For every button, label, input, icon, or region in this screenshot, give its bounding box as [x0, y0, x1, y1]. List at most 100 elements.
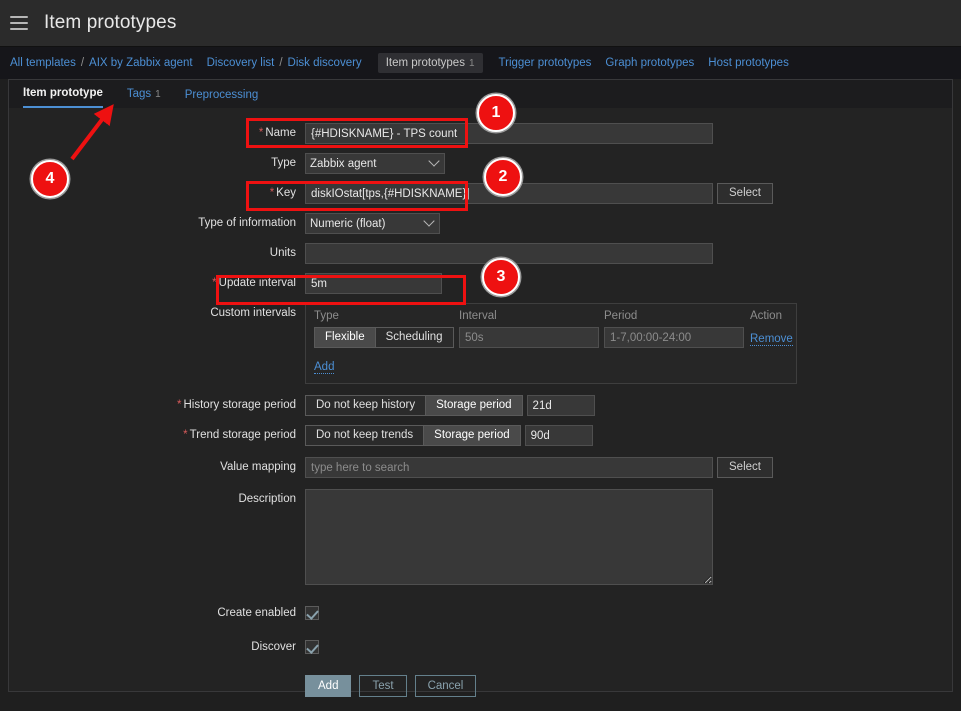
annotation-marker-2: 2: [484, 158, 522, 196]
required-marker: *: [183, 429, 188, 441]
tab-tags[interactable]: Tags 1: [127, 87, 161, 108]
tab-item-prototype-label: Item prototype: [23, 87, 103, 99]
breadcrumb-host-prototypes[interactable]: Host prototypes: [708, 57, 789, 69]
breadcrumb-all-templates[interactable]: All templates: [10, 57, 76, 69]
breadcrumb-separator: /: [279, 57, 283, 69]
discover-checkbox[interactable]: [305, 640, 319, 654]
tab-tags-count: 1: [155, 89, 161, 100]
value-mapping-select-button[interactable]: Select: [717, 457, 773, 478]
tab-preprocessing[interactable]: Preprocessing: [185, 88, 259, 108]
required-marker: *: [212, 277, 217, 289]
custom-intervals-header: Type Interval Period Action: [314, 310, 788, 322]
custom-interval-period-cell: [604, 327, 750, 348]
footer-buttons: Add Test Cancel: [305, 675, 477, 697]
item-prototype-panel: Item prototype Tags 1 Preprocessing * Name…: [8, 79, 953, 697]
type-of-information-select[interactable]: Numeric (float): [305, 213, 440, 234]
field-row-key: *Key Select: [9, 183, 952, 204]
history-do-not-keep-history[interactable]: Do not keep history: [305, 395, 427, 416]
key-label-text: Key: [276, 187, 296, 199]
item-prototype-form: *Name Type Zabbix agent *Key Select: [9, 108, 952, 697]
breadcrumb-disk-discovery[interactable]: Disk discovery: [288, 57, 362, 69]
history-storage-period-segmented: Do not keep history Storage period: [305, 395, 523, 416]
name-label: * Name: [9, 123, 305, 144]
breadcrumb: All templates / AIX by Zabbix agent Disc…: [0, 47, 961, 79]
discover-label: Discover: [251, 641, 296, 653]
trend-storage-period-option[interactable]: Storage period: [424, 425, 521, 446]
key-select-button[interactable]: Select: [717, 183, 773, 204]
required-marker: *: [269, 187, 275, 199]
breadcrumb-aix-by-zabbix-agent[interactable]: AIX by Zabbix agent: [89, 57, 193, 69]
units-label: Units: [269, 247, 296, 259]
breadcrumb-item-prototypes-count: 1: [468, 58, 475, 69]
required-marker: *: [177, 399, 182, 411]
value-mapping-input[interactable]: [305, 457, 713, 478]
breadcrumb-item-prototypes[interactable]: Item prototypes 1: [377, 53, 483, 73]
breadcrumb-trigger-prototypes[interactable]: Trigger prototypes: [499, 57, 592, 69]
field-row-trend-storage-period: * Trend storage period Do not keep trends…: [9, 425, 952, 446]
breadcrumb-separator: /: [80, 57, 85, 69]
update-interval-label: * Update interval: [9, 273, 305, 294]
custom-intervals-col-period: Period: [604, 310, 638, 322]
field-row-custom-intervals: Custom intervals Type Interval Period Ac…: [9, 303, 952, 384]
page-title: Item prototypes: [44, 12, 177, 33]
field-row-type: Type Zabbix agent: [9, 153, 952, 174]
history-storage-period-option[interactable]: Storage period: [426, 395, 523, 416]
cancel-button[interactable]: Cancel: [414, 675, 477, 697]
hamburger-icon[interactable]: [10, 16, 28, 30]
tab-preprocessing-label: Preprocessing: [184, 89, 259, 101]
update-interval-label-text: Update interval: [218, 277, 296, 289]
annotation-marker-1: 1: [477, 94, 515, 132]
trend-do-not-keep-trends[interactable]: Do not keep trends: [305, 425, 425, 446]
custom-intervals-row: Flexible Scheduling Remove: [314, 327, 793, 348]
type-select[interactable]: Zabbix agent: [305, 153, 445, 174]
field-row-units: Units: [9, 243, 952, 264]
interval-type-segmented: Flexible Scheduling: [314, 327, 454, 348]
app-screen: Item prototypes All templates / AIX by Z…: [0, 0, 961, 711]
custom-intervals-col-action: Action: [750, 310, 782, 322]
type-select-wrapper: Zabbix agent: [305, 153, 445, 174]
custom-interval-action-cell: Remove: [750, 329, 806, 347]
trend-storage-period-input[interactable]: [524, 425, 593, 446]
history-storage-period-label: * History storage period: [9, 395, 305, 416]
type-of-information-label: Type of information: [198, 217, 296, 229]
field-row-update-interval: * Update interval: [9, 273, 952, 294]
trend-storage-period-segmented: Do not keep trends Storage period: [305, 425, 521, 446]
update-interval-input[interactable]: [305, 273, 442, 294]
description-textarea[interactable]: [305, 489, 713, 585]
custom-intervals-add-link[interactable]: Add: [314, 361, 335, 374]
custom-intervals-col-interval: Interval: [459, 310, 497, 322]
required-marker: *: [258, 127, 264, 139]
interval-type-flexible[interactable]: Flexible: [314, 327, 376, 348]
interval-type-scheduling[interactable]: Scheduling: [375, 327, 454, 348]
breadcrumb-item-prototypes-label: Item prototypes: [385, 57, 465, 69]
annotation-marker-4: 4: [31, 160, 69, 198]
breadcrumb-graph-prototypes[interactable]: Graph prototypes: [605, 57, 694, 69]
annotation-marker-3: 3: [482, 258, 520, 296]
breadcrumb-discovery-list[interactable]: Discovery list: [207, 57, 275, 69]
trend-storage-period-label-text: Trend storage period: [189, 429, 296, 441]
field-row-name: * Name: [9, 123, 952, 144]
custom-interval-interval-cell: [459, 327, 604, 348]
custom-interval-period-input[interactable]: [604, 327, 744, 348]
type-of-information-select-wrapper: Numeric (float): [305, 213, 440, 234]
history-storage-period-label-text: History storage period: [183, 399, 297, 411]
custom-intervals-add-row: Add: [314, 357, 788, 375]
custom-intervals-label: Custom intervals: [210, 307, 296, 319]
value-mapping-label: Value mapping: [220, 461, 296, 473]
custom-intervals-col-type: Type: [314, 310, 339, 322]
custom-interval-interval-input[interactable]: [459, 327, 599, 348]
form-footer: Add Test Cancel: [9, 675, 952, 697]
name-label-text: Name: [265, 127, 296, 139]
field-row-create-enabled: Create enabled: [9, 603, 952, 624]
add-button[interactable]: Add: [305, 675, 352, 697]
create-enabled-label: Create enabled: [217, 607, 296, 619]
test-button[interactable]: Test: [359, 675, 407, 697]
custom-interval-remove-link[interactable]: Remove: [750, 332, 793, 346]
field-row-description: Description: [9, 489, 952, 585]
field-row-discover: Discover: [9, 637, 952, 658]
history-storage-period-input[interactable]: [526, 395, 595, 416]
tab-tags-label: Tags: [126, 88, 152, 100]
tab-item-prototype[interactable]: Item prototype: [23, 86, 103, 108]
field-row-type-of-information: Type of information Numeric (float): [9, 213, 952, 234]
create-enabled-checkbox[interactable]: [305, 606, 319, 620]
